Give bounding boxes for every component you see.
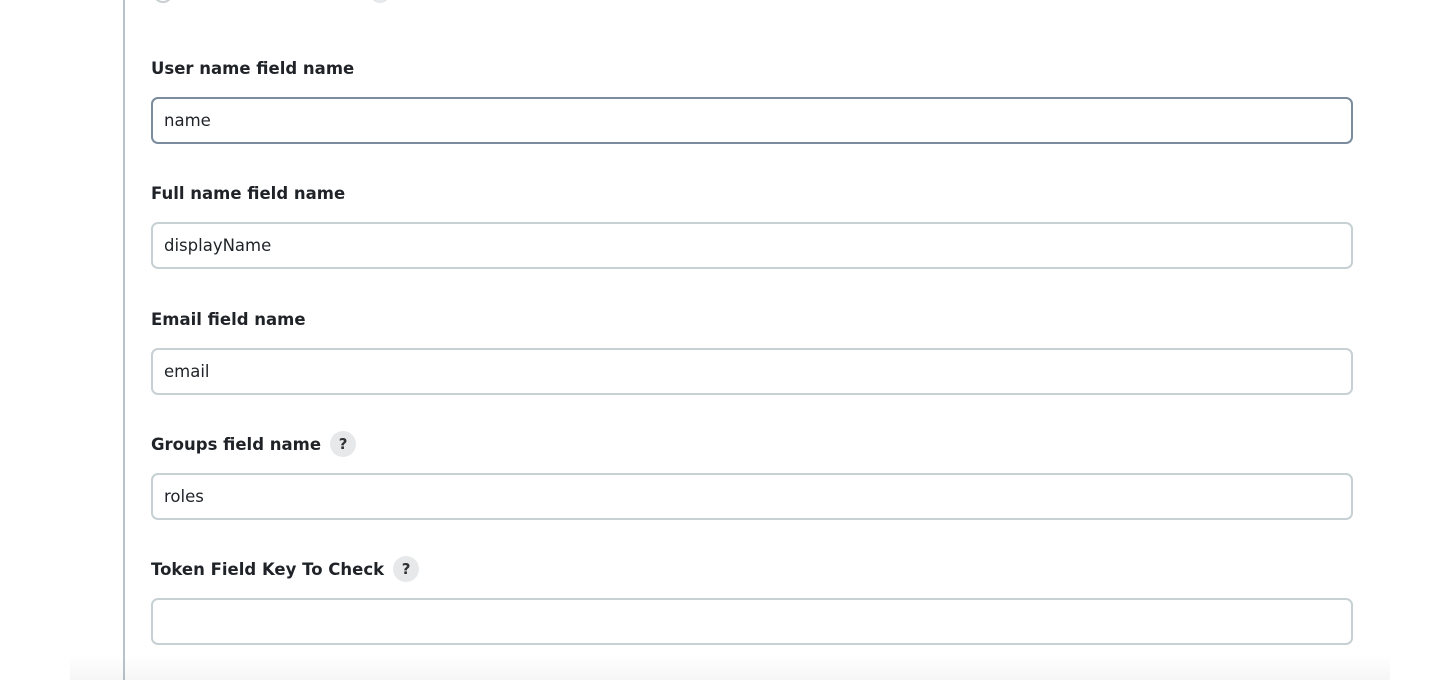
groups-field-group: Groups field name ?	[151, 431, 1353, 520]
config-form-page: User name field name Full name field nam…	[0, 0, 1446, 680]
fullname-field-input[interactable]	[151, 222, 1353, 269]
help-icon[interactable]	[370, 0, 390, 3]
fullname-field-group: Full name field name	[151, 180, 1353, 269]
groups-help-icon[interactable]: ?	[330, 431, 357, 457]
radio-icon[interactable]	[153, 0, 173, 3]
groups-field-input[interactable]	[151, 473, 1353, 520]
email-field-input[interactable]	[151, 348, 1353, 395]
username-field-label: User name field name	[151, 58, 355, 78]
fullname-field-label: Full name field name	[151, 183, 346, 203]
username-field-input[interactable]	[151, 97, 1353, 144]
token-key-field-group: Token Field Key To Check ?	[151, 556, 1353, 645]
section-rail	[123, 0, 125, 680]
token-key-field-input[interactable]	[151, 598, 1353, 645]
email-field-group: Email field name	[151, 306, 1353, 395]
token-key-field-label: Token Field Key To Check	[151, 559, 385, 579]
groups-field-label: Groups field name	[151, 434, 322, 454]
email-field-label: Email field name	[151, 309, 306, 329]
bottom-bar-shadow	[70, 655, 1390, 680]
previous-field-partial	[151, 0, 551, 3]
username-field-group: User name field name	[151, 55, 1353, 144]
token-key-help-icon[interactable]: ?	[393, 556, 420, 582]
